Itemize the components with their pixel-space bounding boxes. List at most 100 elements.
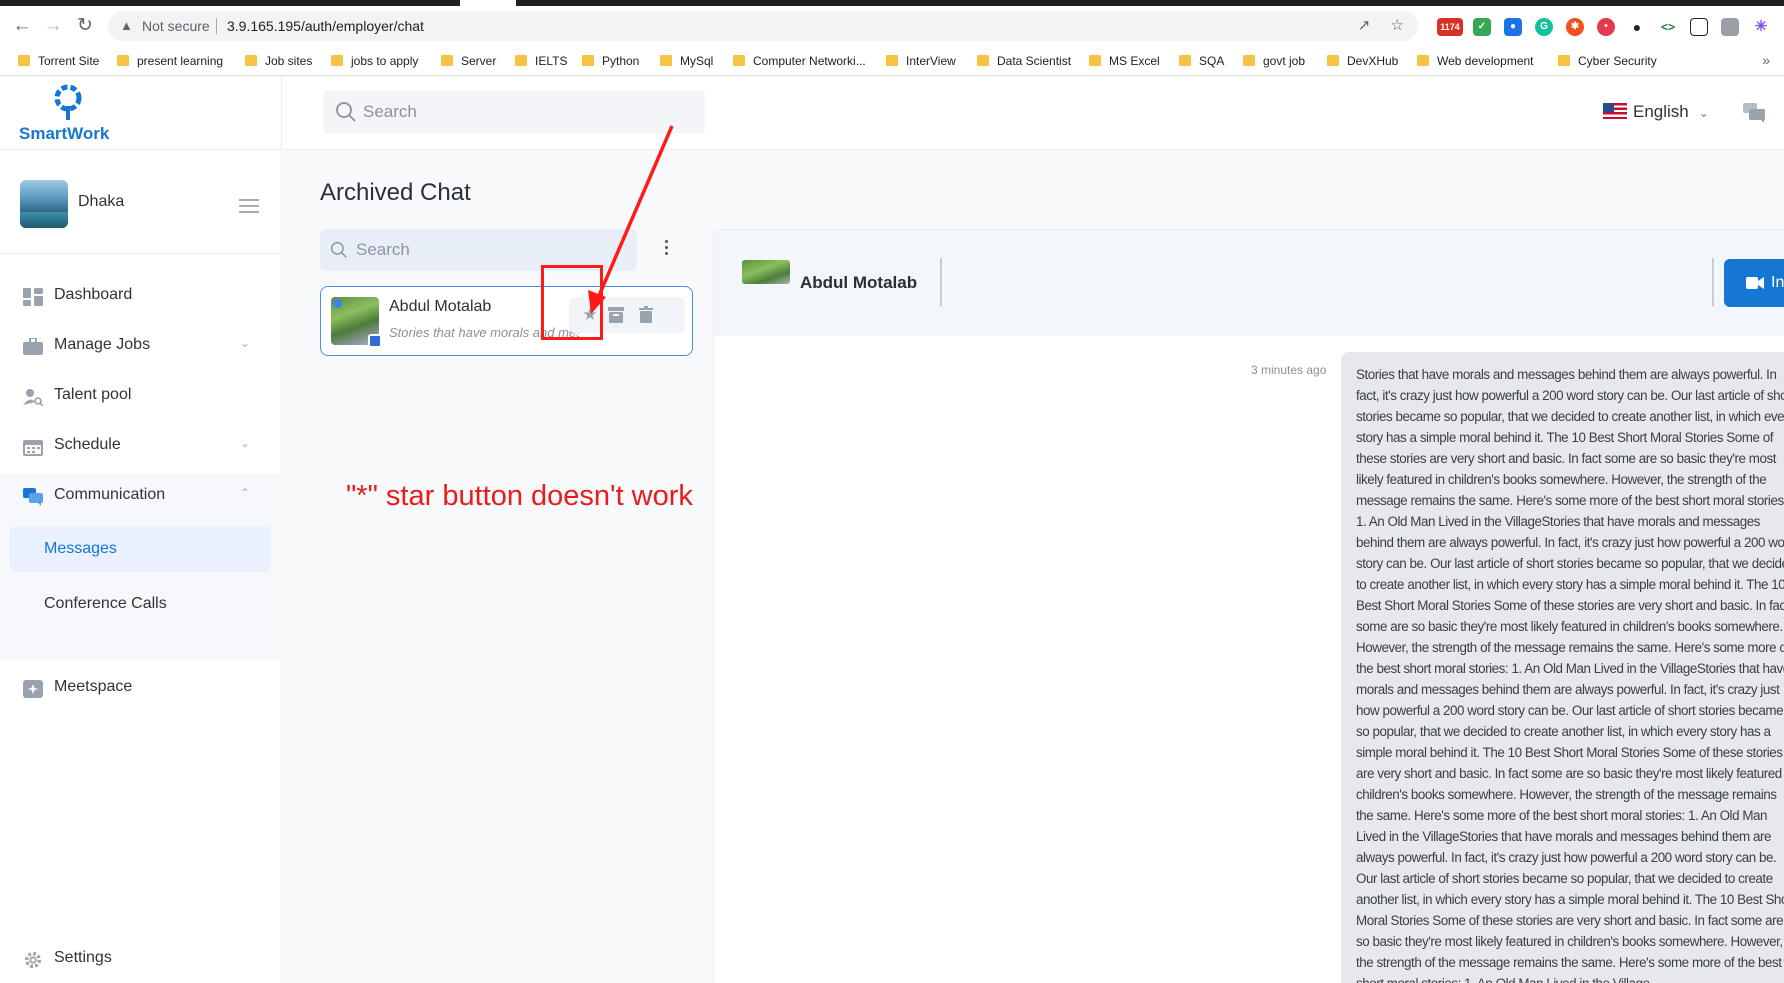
brand-logo[interactable]: SmartWork bbox=[0, 76, 282, 150]
bookmark-folder[interactable]: Torrent Site bbox=[18, 52, 99, 70]
sidebar-item-communication[interactable]: Communication ⌃ bbox=[0, 476, 282, 516]
bookmark-folder[interactable]: Cyber Security bbox=[1558, 52, 1657, 70]
bookmark-folder[interactable]: IELTS bbox=[515, 52, 567, 70]
chevron-down-icon: ⌄ bbox=[1698, 106, 1709, 120]
video-call-button[interactable]: In bbox=[1724, 259, 1784, 307]
bookmark-folder[interactable]: Job sites bbox=[245, 52, 312, 70]
more-bookmarks-icon[interactable]: » bbox=[1762, 52, 1770, 68]
gmail-extension-icon[interactable]: 1174 bbox=[1437, 18, 1463, 36]
bookmark-folder[interactable]: MySql bbox=[660, 52, 713, 70]
profile-extension-icon[interactable] bbox=[1721, 18, 1739, 36]
folder-icon bbox=[1417, 55, 1429, 66]
trash-icon[interactable] bbox=[639, 306, 653, 323]
reload-icon[interactable]: ↻ bbox=[73, 14, 97, 38]
sidebar-subitem-label: Messages bbox=[44, 540, 117, 557]
chevron-down-icon[interactable]: ⌄ bbox=[240, 436, 250, 450]
annotation-text: "*" star button doesn't work bbox=[346, 480, 693, 512]
gear-icon bbox=[24, 951, 42, 969]
shield-extension-icon[interactable]: ✓ bbox=[1473, 18, 1491, 36]
sidebar-item-talent-pool[interactable]: Talent pool bbox=[0, 376, 282, 416]
bookmark-folder[interactable]: present learning bbox=[117, 52, 223, 70]
bookmark-folder[interactable]: Python bbox=[582, 52, 639, 70]
sidebar-item-meetspace[interactable]: Meetspace bbox=[0, 668, 282, 708]
smartwork-logo-icon bbox=[54, 84, 82, 120]
bookmark-folder[interactable]: Data Scientist bbox=[977, 52, 1071, 70]
bookmark-folder[interactable]: SQA bbox=[1179, 52, 1224, 70]
language-selector[interactable]: English ⌄ bbox=[1603, 102, 1709, 124]
sidebar-item-schedule[interactable]: Schedule ⌄ bbox=[0, 426, 282, 466]
more-options-icon[interactable] bbox=[663, 240, 669, 260]
back-icon[interactable]: ← bbox=[10, 14, 34, 38]
menu-icon[interactable] bbox=[239, 199, 259, 213]
avatar[interactable] bbox=[20, 180, 68, 228]
mouse-extension-icon[interactable]: ● bbox=[1628, 18, 1646, 36]
bookmark-folder[interactable]: Computer Networki... bbox=[733, 52, 866, 70]
meetspace-icon bbox=[23, 680, 43, 698]
chat-list-item[interactable]: Abdul Motalab Stories that have morals a… bbox=[320, 286, 693, 356]
pin-icon bbox=[333, 299, 342, 308]
bookmark-folder[interactable]: govt job bbox=[1243, 52, 1305, 70]
bookmark-folder[interactable]: MS Excel bbox=[1089, 52, 1160, 70]
code-extension-icon[interactable]: <> bbox=[1659, 18, 1677, 36]
chat-contact-name: Abdul Motalab bbox=[389, 298, 492, 315]
sidebar-item-settings[interactable]: Settings bbox=[0, 939, 282, 979]
search-icon bbox=[336, 102, 356, 122]
security-label: Not secure bbox=[142, 18, 210, 34]
browser-toolbar: ← → ↻ ▲ Not secure 3.9.165.195/auth/empl… bbox=[0, 6, 1784, 46]
search-input[interactable] bbox=[363, 100, 663, 124]
address-bar[interactable]: ▲ Not secure 3.9.165.195/auth/employer/c… bbox=[108, 11, 1418, 41]
bookmark-folder[interactable]: DevXHub bbox=[1327, 52, 1398, 70]
profile-name: Dhaka bbox=[78, 193, 125, 210]
language-label: English bbox=[1633, 102, 1689, 121]
folder-icon bbox=[1243, 55, 1255, 66]
folder-icon bbox=[660, 55, 672, 66]
profile-section: Dhaka bbox=[0, 150, 282, 254]
puzzle-extension-icon[interactable]: ✳ bbox=[1752, 18, 1770, 36]
message-timestamp: 3 minutes ago bbox=[1251, 363, 1327, 377]
share-icon[interactable]: ↗ bbox=[1358, 17, 1371, 34]
annotation-highlight-box bbox=[541, 265, 603, 340]
global-search[interactable] bbox=[323, 90, 705, 134]
folder-icon bbox=[886, 55, 898, 66]
sidebar-item-label: Schedule bbox=[54, 436, 121, 453]
orange-extension-icon[interactable]: ✱ bbox=[1566, 18, 1584, 36]
folder-icon bbox=[1179, 55, 1191, 66]
red-extension-icon[interactable]: • bbox=[1597, 18, 1615, 36]
bookmark-star-icon[interactable]: ☆ bbox=[1391, 17, 1404, 34]
folder-icon bbox=[1089, 55, 1101, 66]
conversation-panel: Abdul Motalab In 3 minutes ago Stories t… bbox=[713, 229, 1784, 983]
bookmark-folder[interactable]: Web development bbox=[1417, 52, 1534, 70]
search-icon bbox=[330, 241, 347, 258]
folder-icon bbox=[582, 55, 594, 66]
sidebar-item-manage-jobs[interactable]: Manage Jobs ⌄ bbox=[0, 326, 282, 366]
chat-search-input[interactable] bbox=[356, 238, 616, 262]
sidebar-item-label: Meetspace bbox=[54, 678, 133, 695]
archive-icon[interactable] bbox=[608, 307, 624, 323]
url-text[interactable]: 3.9.165.195/auth/employer/chat bbox=[227, 11, 424, 41]
conversation-header: Abdul Motalab In bbox=[714, 230, 1784, 336]
sidebar-item-dashboard[interactable]: Dashboard bbox=[0, 276, 282, 316]
avatar bbox=[331, 297, 382, 348]
grammarly-extension-icon[interactable]: G bbox=[1535, 18, 1553, 36]
bookmark-folder[interactable]: Server bbox=[441, 52, 496, 70]
sidebar-item-conference-calls[interactable]: Conference Calls bbox=[10, 581, 271, 627]
sidebar-item-messages[interactable]: Messages bbox=[10, 526, 271, 572]
screenshot-extension-icon[interactable] bbox=[1690, 18, 1708, 36]
message-text: Stories that have morals and messages be… bbox=[1356, 367, 1784, 983]
bookmark-folder[interactable]: jobs to apply bbox=[331, 52, 418, 70]
us-flag-icon bbox=[1603, 103, 1627, 119]
top-bar: English ⌄ bbox=[283, 76, 1784, 150]
folder-icon bbox=[117, 55, 129, 66]
chevron-down-icon[interactable]: ⌄ bbox=[240, 336, 250, 350]
chevron-up-icon[interactable]: ⌃ bbox=[240, 486, 250, 500]
status-badge bbox=[368, 334, 382, 348]
chat-icon[interactable] bbox=[1743, 103, 1765, 123]
dashboard-icon bbox=[23, 288, 43, 306]
bookmark-folder[interactable]: InterView bbox=[886, 52, 956, 70]
folder-icon bbox=[18, 55, 30, 66]
folder-icon bbox=[1327, 55, 1339, 66]
forward-icon[interactable]: → bbox=[41, 14, 65, 38]
drop-extension-icon[interactable]: ● bbox=[1504, 18, 1522, 36]
sidebar-item-label: Manage Jobs bbox=[54, 336, 151, 353]
folder-icon bbox=[331, 55, 343, 66]
